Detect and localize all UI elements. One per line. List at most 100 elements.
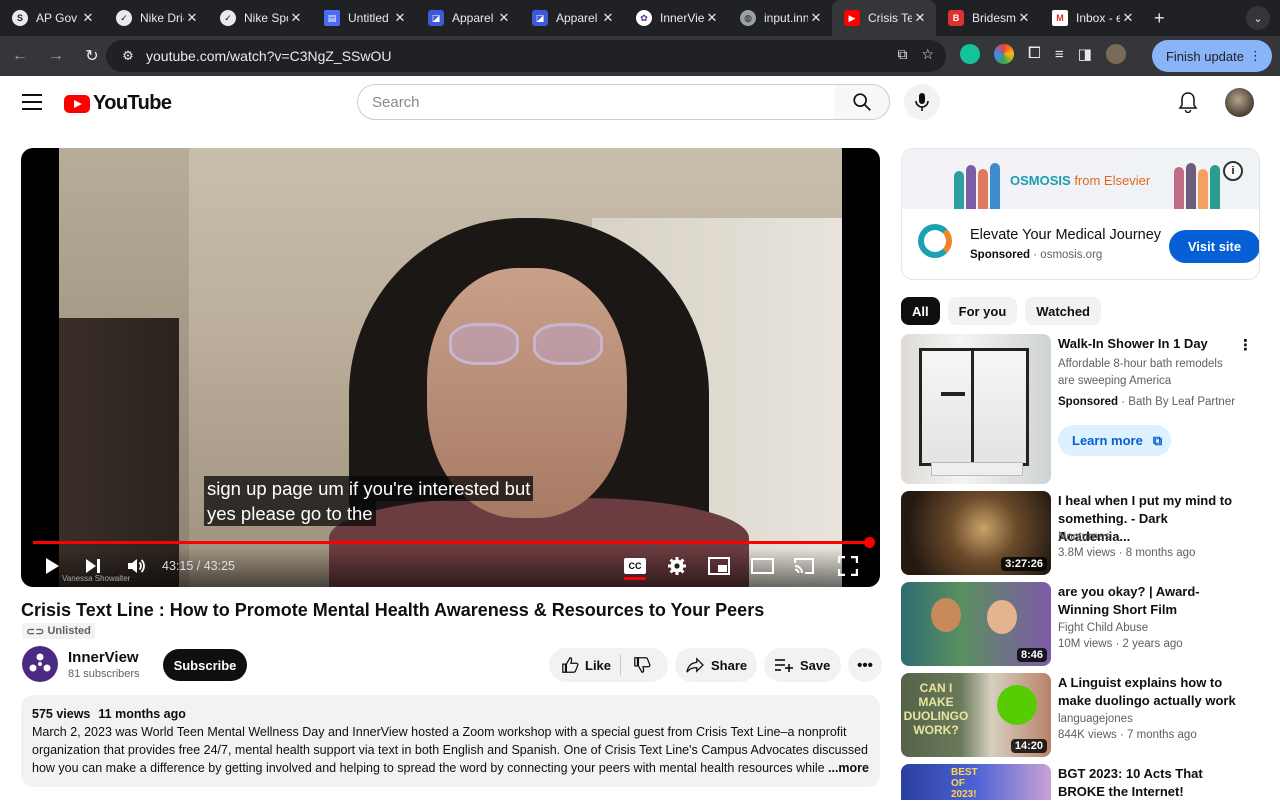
browser-tab[interactable]: ◍ input.inn ✕	[728, 0, 832, 36]
view-count: 575 views	[32, 707, 91, 721]
settings-gear-icon[interactable]	[667, 556, 687, 576]
chip-for-you[interactable]: For you	[947, 297, 1018, 325]
captions-button[interactable]: CC	[624, 558, 646, 574]
sponsored-ad-card[interactable]: OSMOSIS from Elsevier i Elevate Your Med…	[901, 148, 1260, 280]
dislike-button[interactable]	[621, 656, 651, 674]
close-tab-icon[interactable]: ✕	[1120, 10, 1136, 26]
show-more-link[interactable]: ...more	[826, 759, 869, 777]
close-tab-icon[interactable]: ✕	[912, 10, 928, 26]
recommendation-title[interactable]: Walk-In Shower In 1 Day	[1058, 335, 1238, 353]
recommendation-title[interactable]: BGT 2023: 10 Acts That BROKE the Interne…	[1058, 765, 1238, 801]
save-button[interactable]: Save	[764, 648, 841, 682]
install-app-icon[interactable]: ⧉	[897, 46, 907, 63]
chip-watched[interactable]: Watched	[1025, 297, 1101, 325]
search-box[interactable]	[357, 84, 835, 120]
browser-tab[interactable]: M Inbox - e ✕	[1040, 0, 1144, 36]
recommendation-item[interactable]: 3:27:26 I heal when I put my mind to som…	[901, 491, 1261, 575]
back-icon[interactable]: ←	[4, 40, 36, 72]
subscribe-button[interactable]: Subscribe	[163, 649, 247, 681]
ad-title: Elevate Your Medical Journey	[970, 227, 1162, 243]
close-tab-icon[interactable]: ✕	[808, 10, 824, 26]
channel-name[interactable]: languagejones	[1058, 713, 1133, 725]
sponsored-recommendation[interactable]: Walk-In Shower In 1 Day Affordable 8-hou…	[901, 334, 1261, 484]
channel-name[interactable]: InnerView	[68, 649, 139, 666]
visit-site-button[interactable]: Visit site	[1169, 230, 1259, 263]
browser-tab[interactable]: ✿ InnerVie ✕	[624, 0, 728, 36]
more-horiz-icon: •••	[857, 656, 873, 674]
upload-age: 11 months ago	[98, 707, 186, 721]
more-actions-button[interactable]: •••	[848, 648, 882, 682]
video-thumbnail[interactable]: BEST OF 2023!	[901, 764, 1051, 800]
side-panel-icon[interactable]: ◨	[1078, 45, 1092, 63]
close-tab-icon[interactable]: ✕	[392, 10, 408, 26]
share-button[interactable]: Share	[675, 648, 757, 682]
address-bar[interactable]: ⚙ youtube.com/watch?v=C3NgZ_SSwOU ⧉ ☆	[106, 40, 946, 72]
site-info-icon[interactable]: ⚙	[118, 46, 138, 66]
close-tab-icon[interactable]: ✕	[288, 10, 304, 26]
tab-search-icon[interactable]: ⌄	[1246, 6, 1270, 30]
chip-all[interactable]: All	[901, 297, 940, 325]
youtube-logo[interactable]: YouTube	[64, 92, 172, 115]
reload-icon[interactable]: ↻	[76, 40, 108, 72]
close-tab-icon[interactable]: ✕	[496, 10, 512, 26]
browser-tab-active[interactable]: ▶ Crisis Te ✕	[832, 0, 936, 36]
innerview-favicon-icon: ✿	[636, 10, 652, 26]
video-thumbnail[interactable]	[901, 334, 1051, 484]
play-icon[interactable]	[43, 557, 61, 575]
browser-tab[interactable]: ✓ Nike Dri- ✕	[104, 0, 208, 36]
description-box[interactable]: 575 views 11 months ago March 2, 2023 was…	[21, 695, 880, 787]
ad-info-icon[interactable]: i	[1223, 161, 1243, 181]
progress-scrubber[interactable]	[864, 537, 875, 548]
more-vert-icon[interactable]: ⋮	[1238, 336, 1253, 354]
video-thumbnail[interactable]: 3:27:26	[901, 491, 1051, 575]
learn-more-button[interactable]: Learn more ⧉	[1058, 425, 1171, 456]
recommendation-item[interactable]: BEST OF 2023! BGT 2023: 10 Acts That BRO…	[901, 764, 1261, 800]
grammarly-icon[interactable]	[960, 44, 980, 64]
reading-list-icon[interactable]: ≡	[1055, 46, 1064, 63]
color-picker-extension-icon[interactable]	[994, 44, 1014, 64]
channel-avatar[interactable]	[22, 646, 58, 682]
bookmark-star-icon[interactable]: ☆	[921, 46, 934, 63]
miniplayer-icon[interactable]	[708, 557, 730, 575]
browser-tab[interactable]: ◪ Apparel ✕	[416, 0, 520, 36]
browser-tab[interactable]: S AP Gov | ✕	[0, 0, 104, 36]
recommendation-title[interactable]: A Linguist explains how to make duolingo…	[1058, 674, 1238, 710]
video-thumbnail[interactable]: 8:46	[901, 582, 1051, 666]
recommendation-item[interactable]: CAN I MAKE DUOLINGO WORK? 14:20 A Lingui…	[901, 673, 1261, 757]
video-title: Crisis Text Line : How to Promote Mental…	[21, 600, 765, 620]
search-input[interactable]	[372, 93, 834, 111]
more-vert-icon[interactable]: ⋮	[1249, 48, 1262, 64]
recommendation-title[interactable]: are you okay? | Award-Winning Short Film	[1058, 583, 1238, 619]
search-button[interactable]	[834, 84, 890, 120]
browser-tab[interactable]: B Bridesm ✕	[936, 0, 1040, 36]
profile-avatar[interactable]	[1105, 44, 1126, 64]
video-thumbnail[interactable]: CAN I MAKE DUOLINGO WORK? 14:20	[901, 673, 1051, 757]
like-button[interactable]: Like	[549, 654, 621, 676]
progress-bar[interactable]	[33, 541, 868, 544]
close-tab-icon[interactable]: ✕	[704, 10, 720, 26]
account-avatar[interactable]	[1225, 88, 1254, 117]
volume-icon[interactable]	[126, 556, 146, 576]
voice-search-button[interactable]	[904, 84, 940, 120]
channel-name[interactable]: Nocturnes	[1058, 531, 1110, 543]
browser-tab[interactable]: ◪ Apparel ✕	[520, 0, 624, 36]
channel-name[interactable]: Fight Child Abuse	[1058, 622, 1148, 634]
video-player[interactable]: sign up page um if you're interested but…	[21, 148, 880, 587]
close-tab-icon[interactable]: ✕	[184, 10, 200, 26]
next-video-icon[interactable]	[84, 557, 102, 575]
close-tab-icon[interactable]: ✕	[1016, 10, 1032, 26]
theater-mode-icon[interactable]	[751, 558, 774, 574]
puzzle-extensions-icon[interactable]: ⧠	[1028, 45, 1041, 63]
browser-tab[interactable]: ▤ Untitled ✕	[312, 0, 416, 36]
notifications-bell-icon[interactable]	[1176, 90, 1200, 114]
browser-tab[interactable]: ✓ Nike Spo ✕	[208, 0, 312, 36]
finish-update-button[interactable]: Finish update ⋮	[1151, 40, 1272, 72]
menu-icon[interactable]	[22, 94, 42, 110]
close-tab-icon[interactable]: ✕	[80, 10, 96, 26]
recommendation-item[interactable]: 8:46 are you okay? | Award-Winning Short…	[901, 582, 1261, 666]
forward-icon[interactable]: →	[40, 40, 72, 72]
new-tab-icon[interactable]: +	[1154, 8, 1165, 29]
close-tab-icon[interactable]: ✕	[600, 10, 616, 26]
cast-icon[interactable]	[793, 557, 815, 575]
fullscreen-icon[interactable]	[838, 556, 858, 576]
